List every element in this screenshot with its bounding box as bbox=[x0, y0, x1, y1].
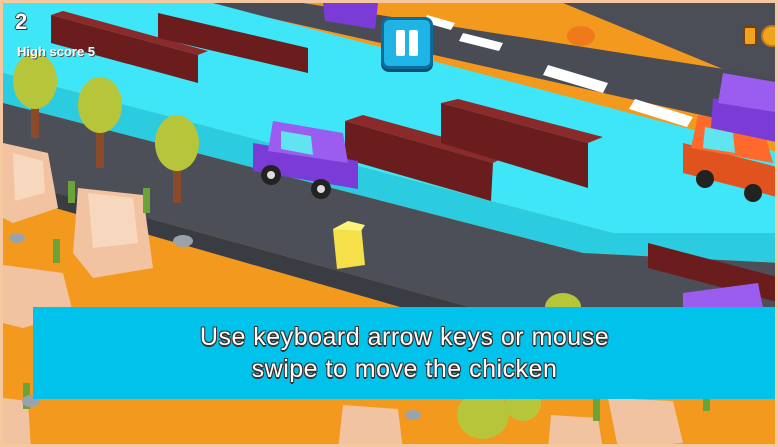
instructions-line-2: swipe to move the chicken bbox=[251, 355, 558, 383]
score-counter: 2 bbox=[15, 9, 28, 34]
pause-icon-bar bbox=[409, 30, 418, 56]
battery-icon bbox=[743, 25, 757, 46]
pause-button[interactable] bbox=[381, 17, 433, 69]
chicken-player bbox=[333, 221, 365, 269]
high-score-label: High score 5 bbox=[17, 44, 96, 59]
traffic-cone bbox=[567, 26, 595, 46]
game-viewport[interactable]: 2 High score 5 Use keyboard arrow keys o… bbox=[0, 0, 778, 447]
pause-icon bbox=[396, 30, 405, 56]
coin-icon bbox=[761, 25, 775, 47]
instructions-banner: Use keyboard arrow keys or mouse swipe t… bbox=[33, 307, 775, 399]
instructions-line-1: Use keyboard arrow keys or mouse bbox=[199, 323, 610, 351]
